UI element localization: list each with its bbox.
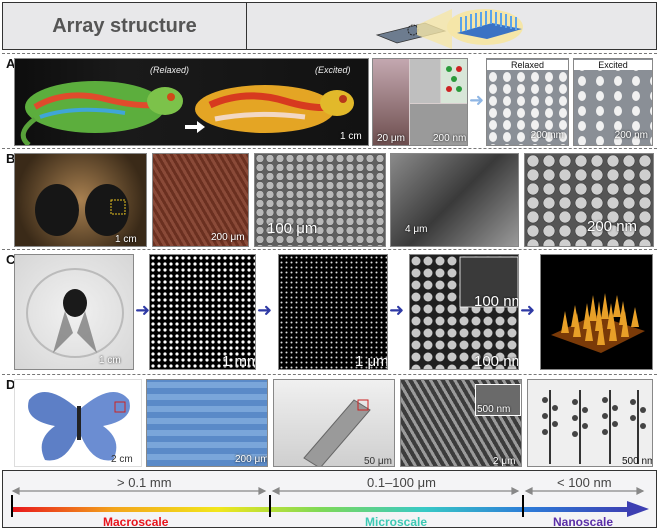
scale-arrowhead-icon <box>627 501 649 517</box>
arrow-right-icon-c4: ➜ <box>520 300 536 320</box>
cicada-photo: 1 cm <box>14 254 134 370</box>
panel-d: D 2 cm 200 μm 50 μm 500 nm 2 μm 500 nm <box>2 374 657 468</box>
scalebar-200um-b: 200 μm <box>211 232 245 243</box>
wing-surface-sem-1: 1 mm <box>149 254 256 370</box>
figure-header: Array structure <box>2 2 657 50</box>
crystal-lattice-icon <box>441 59 467 103</box>
scalebar-20um: 20 μm <box>377 133 405 144</box>
christmas-tree-ridges <box>542 390 646 464</box>
relaxed-title: Relaxed <box>487 60 568 70</box>
arrow-right-icon-c1: ➜ <box>135 300 151 320</box>
relaxed-sem-image: Relaxed 200 nm <box>486 58 569 146</box>
nanopillar-sem: 100 nm 100 nm <box>409 254 519 370</box>
scalebar-1cm-b: 1 cm <box>115 234 137 245</box>
nanonipple-sem: 200 nm <box>524 153 654 247</box>
scalebar-100nm-inset-c: 100 nm <box>474 293 518 310</box>
arrow-right-icon: ➜ <box>469 90 485 110</box>
scalebar-500nm-inset-d: 500 nm <box>477 404 511 415</box>
ommatidia-sem: 100 μm <box>254 153 386 247</box>
microscale-label: Microscale <box>365 515 428 529</box>
scalebar-200nm-excited: 200 nm <box>614 130 648 141</box>
cicada-icon <box>26 268 124 358</box>
scalebar-1mm-c: 1 mm <box>222 353 256 370</box>
ridge-sem: 500 nm 2 μm <box>400 379 522 467</box>
wing-surface-sem-2: 1 μm <box>278 254 388 370</box>
relaxed-italic-label: (Relaxed) <box>150 65 190 75</box>
excited-italic-label: (Excited) <box>315 65 351 75</box>
header-array-illustration <box>247 3 656 49</box>
scalebar-200nm-b: 200 nm <box>587 218 638 235</box>
arrow-right-icon-c3: ➜ <box>389 300 405 320</box>
chameleon-photo: (Relaxed) (Excited) 1 cm <box>14 58 369 146</box>
single-scale-sem: 50 μm <box>273 379 395 467</box>
scalebar-1um-c: 1 μm <box>355 353 388 370</box>
scalebar-1cm-c: 1 cm <box>99 355 121 366</box>
nanoscale-label: Nanoscale <box>553 515 614 529</box>
wing-scales-photo: 200 μm <box>146 379 268 467</box>
scalebar-50um-d: 50 μm <box>364 456 392 467</box>
excited-title: Excited <box>574 60 652 70</box>
range-micro: 0.1–100 μm <box>363 475 440 490</box>
range-macro: > 0.1 mm <box>113 475 176 490</box>
chameleon-skin-micrographs: 20 μm 200 nm <box>372 58 468 146</box>
scalebar-4um-b: 4 μm <box>405 224 428 235</box>
scalebar-200um-d: 200 μm <box>235 454 268 465</box>
scale-gradient-bar <box>11 507 631 512</box>
scalebar-2cm-d: 2 cm <box>111 454 133 465</box>
wing-scale-icon <box>303 399 371 466</box>
scalebar-100um-b: 100 μm <box>267 220 318 237</box>
ommatidia-photo: 200 μm <box>152 153 249 247</box>
panel-c: C 1 cm ➜ 1 mm ➜ 1 μm ➜ 100 nm <box>2 249 657 373</box>
scalebar-200nm-a: 200 nm <box>433 133 467 144</box>
arrow-right-icon-c2: ➜ <box>257 300 273 320</box>
afm-3d-image <box>540 254 653 370</box>
butterfly-photo: 2 cm <box>14 379 142 467</box>
scalebar-2um-d: 2 μm <box>493 456 516 467</box>
scalebar-1cm: 1 cm <box>340 131 362 142</box>
header-title: Array structure <box>3 3 247 49</box>
macroscale-label: Macroscale <box>103 515 169 529</box>
scale-tick-start <box>11 495 13 517</box>
panel-a: A (Relaxed) (Excited) 1 cm 20 μm 200 nm <box>2 53 657 147</box>
scalebar-100nm-c: 100 nm <box>474 353 518 370</box>
insect-head-photo: 1 cm <box>14 153 147 247</box>
range-nano: < 100 nm <box>553 475 616 490</box>
scalebar-500nm-d: 500 nm <box>622 456 653 467</box>
excited-sem-image: Excited 200 nm <box>573 58 653 146</box>
scalebar-200nm-relaxed: 200 nm <box>530 130 564 141</box>
length-scale-legend: > 0.1 mm 0.1–100 μm < 100 nm Macroscale … <box>2 470 657 529</box>
facet-junction-sem: 4 μm <box>390 153 519 247</box>
panel-b: B 1 cm 200 μm 100 μm 4 μm 200 nm <box>2 148 657 248</box>
scale-tick-macro-micro <box>269 495 271 517</box>
ridge-cross-section-tem: 500 nm <box>527 379 653 467</box>
array-schematic-icon <box>375 9 523 49</box>
scale-tick-micro-nano <box>522 495 524 517</box>
afm-nanopillar-3d <box>551 293 645 353</box>
